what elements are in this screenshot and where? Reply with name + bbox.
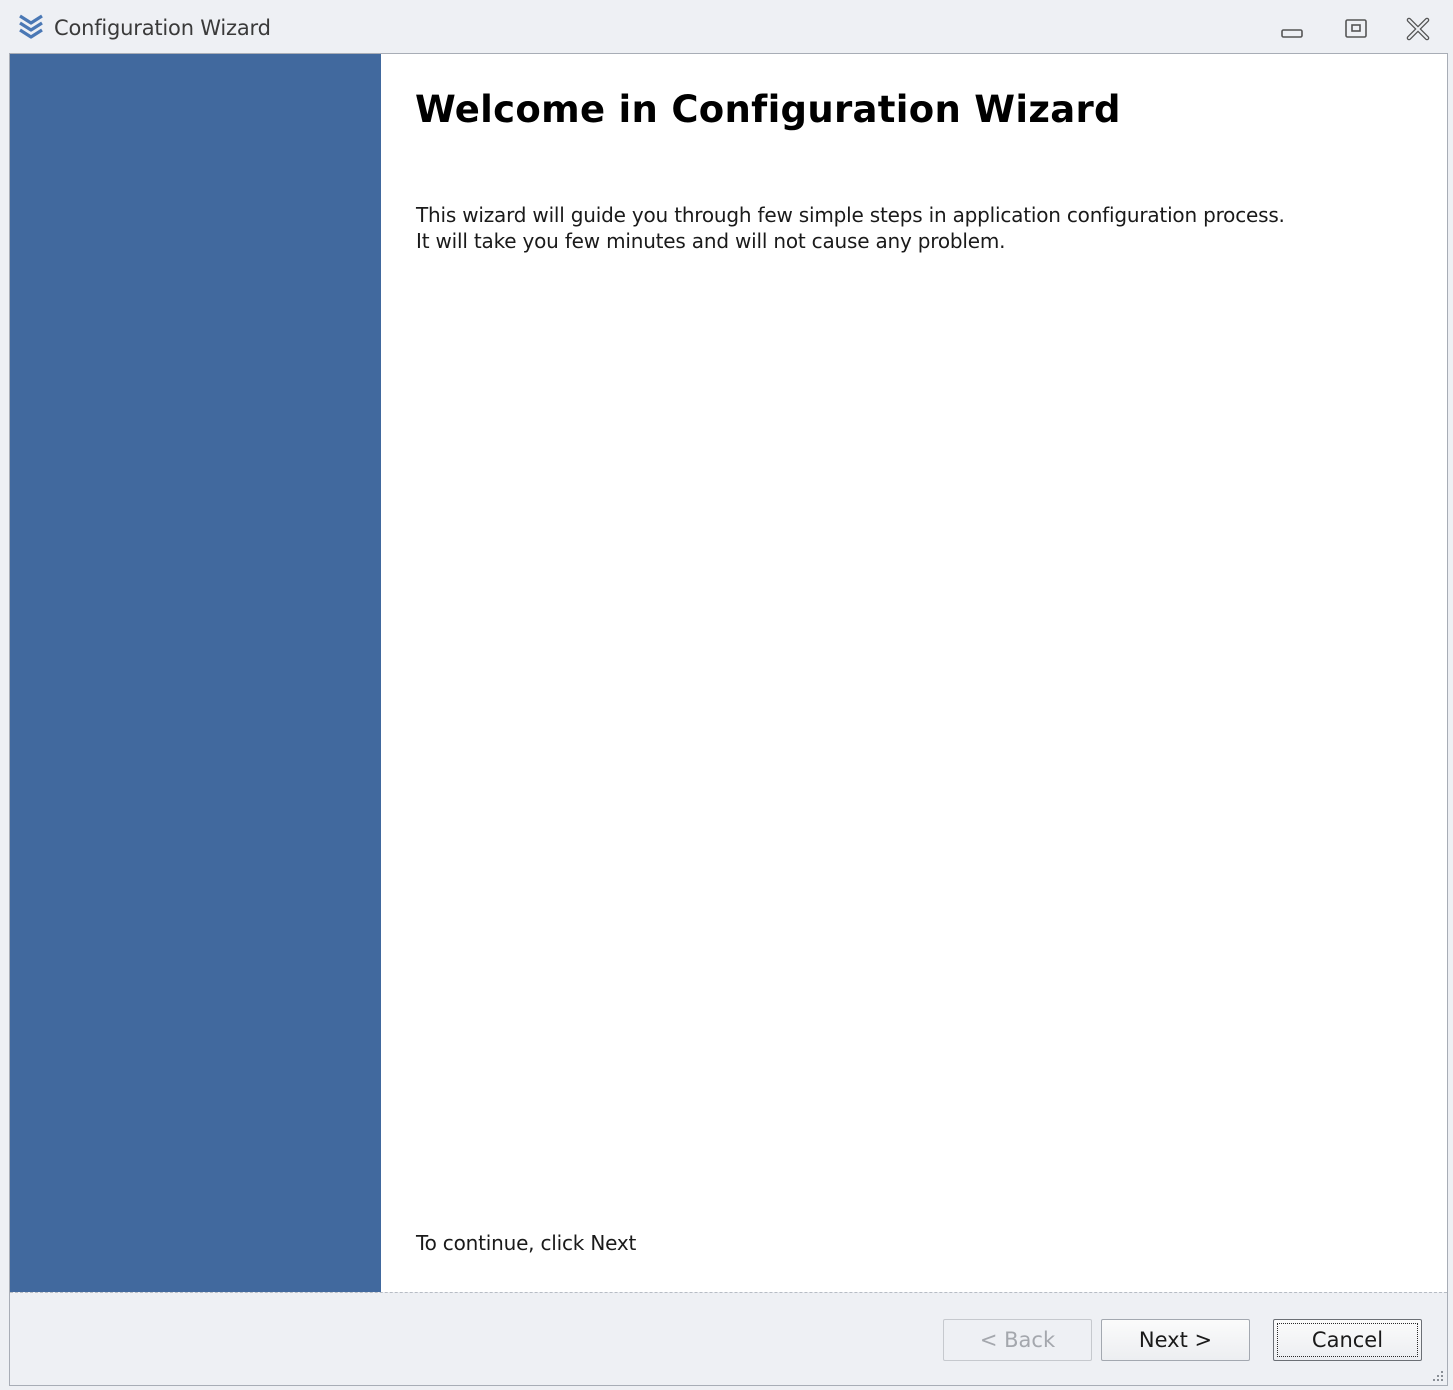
description-line-2: It will take you few minutes and will no… (416, 229, 1006, 253)
description-line-1: This wizard will guide you through few s… (416, 203, 1285, 227)
window-title: Configuration Wizard (54, 16, 271, 40)
restore-icon (1345, 19, 1367, 38)
description-text: This wizard will guide you through few s… (416, 202, 1285, 254)
title-bar[interactable]: Configuration Wizard (0, 0, 1453, 53)
back-button[interactable]: < Back (943, 1319, 1092, 1361)
restore-button[interactable] (1339, 14, 1373, 44)
close-button[interactable] (1401, 14, 1435, 44)
app-logo-icon (19, 14, 43, 39)
wizard-frame: Welcome in Configuration Wizard This wiz… (9, 53, 1448, 1386)
wizard-sidebar-panel (10, 54, 381, 1292)
page-title: Welcome in Configuration Wizard (415, 88, 1121, 131)
next-button[interactable]: Next > (1101, 1319, 1250, 1361)
continue-hint: To continue, click Next (416, 1231, 637, 1255)
wizard-button-bar: < Back Next > Cancel (10, 1292, 1447, 1385)
wizard-content-panel: Welcome in Configuration Wizard This wiz… (381, 54, 1447, 1292)
minimize-icon (1281, 29, 1303, 38)
minimize-button[interactable] (1275, 14, 1309, 44)
resize-grip-icon[interactable] (1429, 1367, 1445, 1383)
close-icon (1406, 17, 1430, 41)
cancel-button[interactable]: Cancel (1273, 1319, 1422, 1361)
